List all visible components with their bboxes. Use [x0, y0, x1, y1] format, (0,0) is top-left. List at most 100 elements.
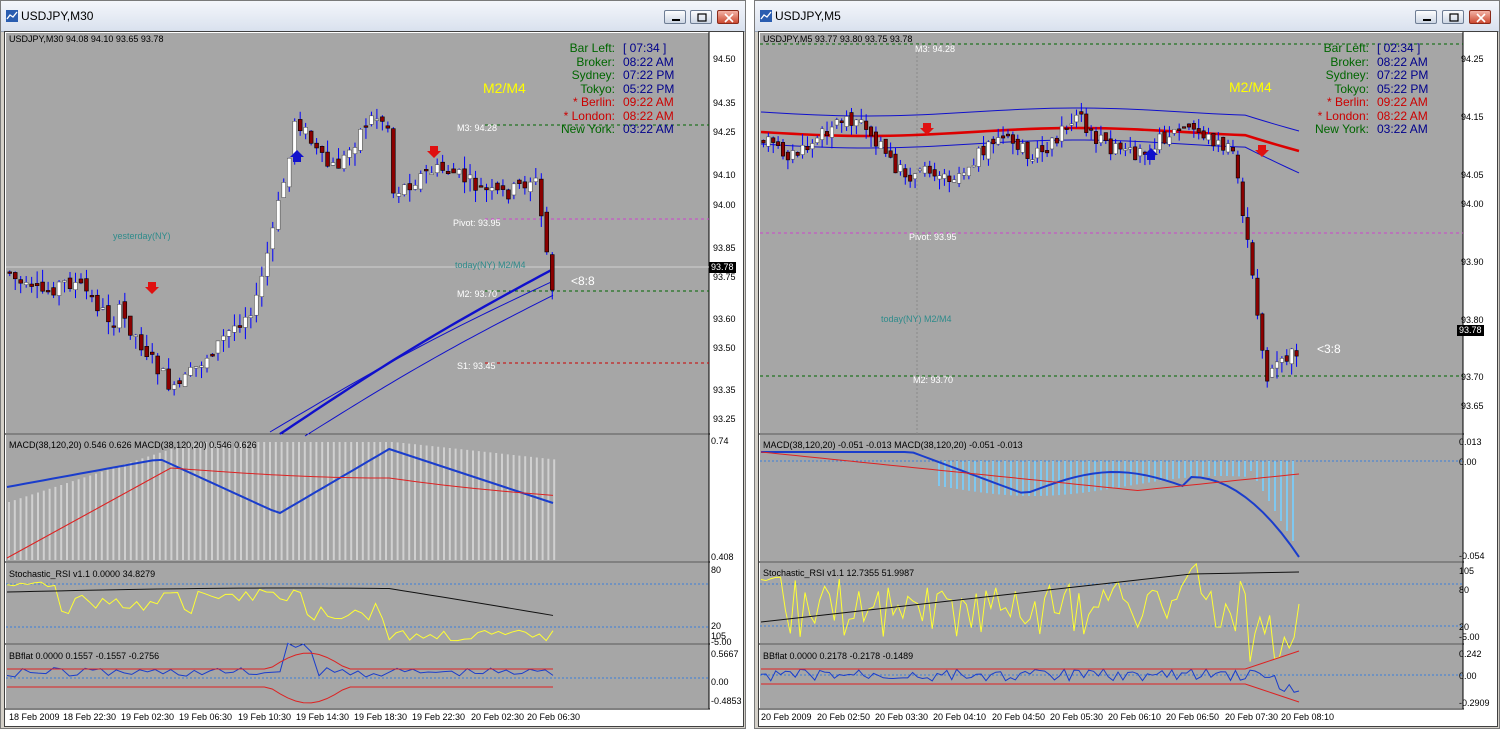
- candle-bear: [1005, 133, 1011, 137]
- time-axis-tick: 19 Feb 06:30: [179, 712, 233, 722]
- candle-bull: [1098, 134, 1103, 144]
- candle-bull: [957, 173, 962, 184]
- candle-bear: [451, 168, 456, 174]
- candle-bull: [215, 340, 221, 354]
- candle-bear: [839, 120, 844, 124]
- candle-bear: [1025, 141, 1030, 159]
- level-label: Pivot: 93.95: [453, 218, 501, 228]
- time-axis-tick: 18 Feb 22:30: [63, 712, 117, 722]
- candle-bear: [166, 368, 171, 390]
- minimize-button[interactable]: [664, 10, 686, 24]
- chart-app-icon: [6, 10, 18, 22]
- candle-bull: [248, 315, 254, 318]
- time-axis-tick: 20 Feb 02:50: [817, 712, 871, 722]
- candle-bull: [188, 367, 193, 376]
- candle-bear: [981, 145, 986, 156]
- candle-bear: [1084, 113, 1089, 133]
- price-axis-tick: 94.15: [1461, 112, 1484, 122]
- maximize-button[interactable]: [1442, 10, 1464, 24]
- session-time: 05:22 PM: [623, 81, 675, 96]
- close-button[interactable]: [717, 10, 739, 24]
- candle-bear: [1089, 128, 1094, 131]
- session-label: * London:: [1317, 108, 1369, 123]
- session-label: Broker:: [1330, 54, 1369, 69]
- candle-bull: [402, 184, 407, 195]
- minimize-icon: [672, 19, 680, 21]
- session-time: 03:22 AM: [623, 122, 674, 136]
- candle-bull: [199, 365, 204, 368]
- candle-bear: [1284, 355, 1289, 362]
- candle-bear: [95, 294, 100, 312]
- candle-bull: [1226, 143, 1231, 153]
- candle-bear: [314, 142, 319, 149]
- candle-bull: [281, 182, 286, 198]
- candle-bull: [942, 173, 947, 179]
- candle-bear: [111, 325, 117, 328]
- candle-bear: [89, 295, 95, 298]
- candle-bear: [785, 151, 790, 161]
- price-axis-tick: 94.25: [1461, 54, 1484, 64]
- candle-bear: [237, 325, 243, 328]
- candle-bear: [1010, 134, 1015, 144]
- candle-bear: [478, 185, 484, 188]
- minimize-icon: [1423, 19, 1431, 21]
- macd-header: MACD(38,120,20) -0.051 -0.013 MACD(38,12…: [763, 440, 1023, 450]
- window-titlebar[interactable]: USDJPY,M30: [1, 1, 745, 32]
- session-label: Bar Left:: [569, 41, 615, 55]
- candle-bull: [1206, 133, 1211, 141]
- time-axis-tick: 19 Feb 18:30: [354, 712, 408, 722]
- candle-bull: [434, 164, 440, 174]
- pane-bg-macd: [760, 435, 1463, 561]
- maximize-button[interactable]: [690, 10, 712, 24]
- chart-area[interactable]: USDJPY,M30 94.08 94.10 93.65 93.78 Bar L…: [4, 31, 744, 727]
- candle-bear: [1245, 217, 1250, 240]
- candle-bear: [18, 279, 23, 284]
- session-label: * London:: [563, 108, 615, 123]
- price-axis-tick: 93.35: [713, 385, 736, 395]
- candle-bull: [56, 281, 62, 296]
- candle-bear: [1211, 133, 1216, 147]
- time-axis-tick: 20 Feb 07:30: [1225, 712, 1279, 722]
- stoch-axis-neg5: -5.00: [1459, 632, 1480, 642]
- candle-bull: [467, 174, 473, 180]
- level-label: M3: 94.28: [915, 44, 956, 54]
- candle-bull: [1030, 159, 1035, 162]
- candle-bull: [829, 126, 834, 138]
- chart-area[interactable]: USDJPY,M5 93.77 93.80 93.75 93.78 Bar Le…: [758, 31, 1498, 727]
- candle-bull: [533, 177, 539, 183]
- session-row: New York: 03:22 AM: [545, 122, 674, 137]
- time-axis-tick: 19 Feb 14:30: [296, 712, 350, 722]
- minimize-button[interactable]: [1415, 10, 1437, 24]
- bbflat-header: BBflat 0.0000 0.1557 -0.1557 -0.2756: [9, 651, 160, 661]
- candle-bear: [932, 169, 937, 177]
- level-label: M3: 94.28: [457, 123, 498, 133]
- chart-window-m30[interactable]: USDJPY,M30 USDJPY,M30 94.08 94.10 93.65 …: [0, 0, 746, 729]
- candle-bull: [1113, 143, 1118, 155]
- candle-bull: [182, 373, 188, 387]
- candle-bear: [1040, 145, 1045, 153]
- candle-bear: [544, 211, 549, 253]
- candle-bull: [418, 173, 423, 190]
- candle-bull: [303, 127, 308, 135]
- candle-bear: [385, 125, 391, 129]
- candle-bear: [1250, 242, 1255, 276]
- session-time: 08:22 AM: [1377, 54, 1428, 69]
- candle-bear: [550, 254, 555, 291]
- session-row: Broker: 08:22 AM: [545, 55, 674, 70]
- session-row: Broker: 08:22 AM: [1299, 54, 1428, 70]
- session-clock: Bar Left:[ 02:34 ] Broker: 08:22 AM Sydney:…: [1299, 41, 1428, 137]
- close-button[interactable]: [1469, 10, 1491, 24]
- candle-bull: [100, 307, 106, 310]
- window-titlebar[interactable]: USDJPY,M5: [755, 1, 1499, 32]
- price-axis-tick: 93.50: [713, 343, 736, 353]
- candle-bear: [761, 139, 766, 144]
- current-price-box: 93.78: [1457, 325, 1484, 336]
- session-time: 08:22 AM: [1377, 108, 1428, 123]
- candle-bear: [776, 141, 781, 146]
- level-label: M2: 93.70: [457, 289, 498, 299]
- chart-window-m5[interactable]: USDJPY,M5 USDJPY,M5 93.77 93.80 93.75 93…: [754, 0, 1500, 729]
- candle-bull: [913, 173, 918, 180]
- restore-icon: [1449, 13, 1459, 22]
- candle-bear: [947, 175, 952, 182]
- candle-bear: [1045, 150, 1050, 154]
